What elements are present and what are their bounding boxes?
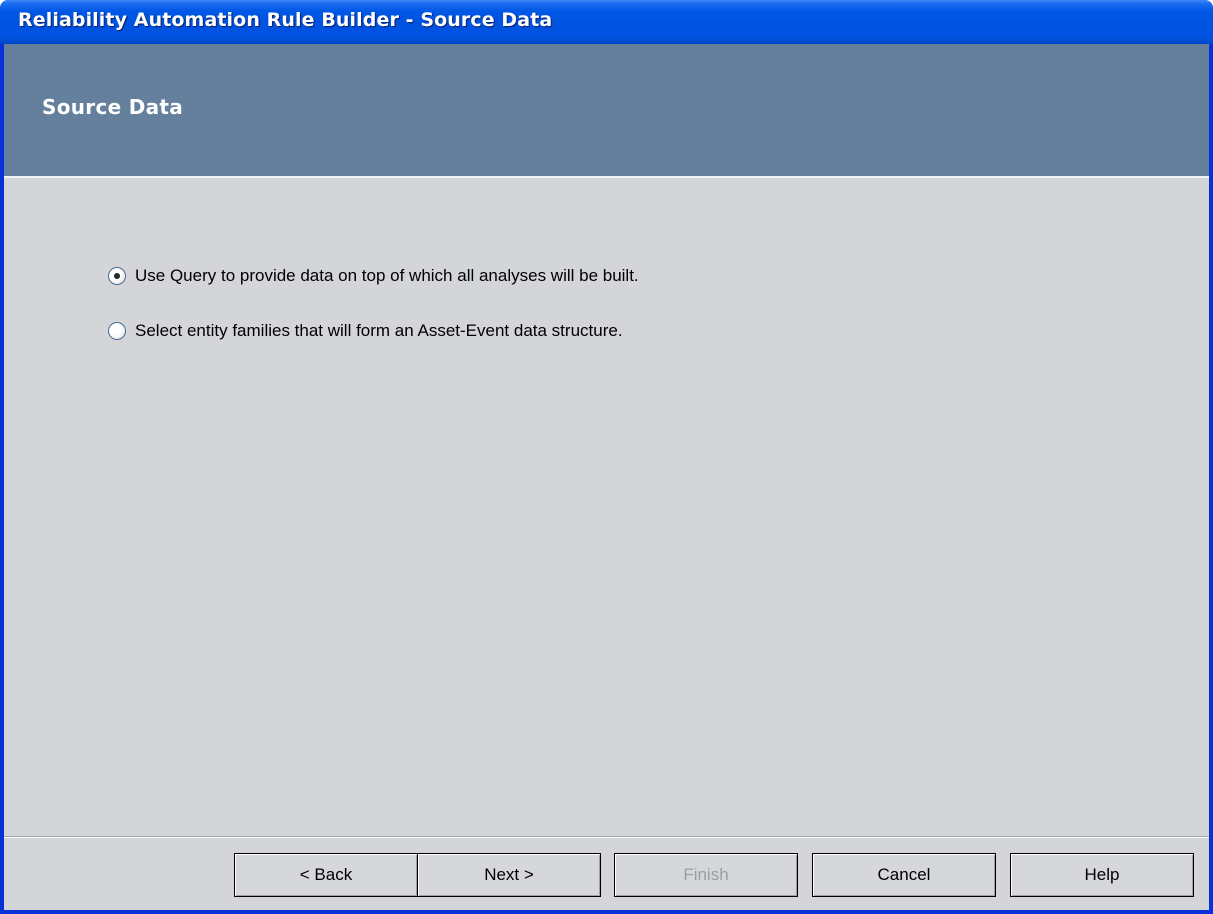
title-bar[interactable]: Reliability Automation Rule Builder - So… [0, 0, 1213, 44]
radio-dot-icon [114, 273, 120, 279]
help-button[interactable]: Help [1010, 853, 1194, 897]
cancel-button[interactable]: Cancel [812, 853, 996, 897]
step-title: Source Data [42, 95, 184, 119]
wizard-client-area: Source Data Use Query to provide data on… [4, 44, 1209, 910]
radio-button-selected[interactable] [108, 267, 126, 285]
radio-option-label[interactable]: Use Query to provide data on top of whic… [135, 266, 639, 286]
radio-option-use-query[interactable]: Use Query to provide data on top of whic… [108, 265, 639, 287]
finish-button[interactable]: Finish [614, 853, 798, 897]
step-header: Source Data [4, 44, 1209, 178]
next-button[interactable]: Next > [417, 853, 601, 897]
back-button[interactable]: < Back [234, 853, 418, 897]
radio-option-entity-families[interactable]: Select entity families that will form an… [108, 320, 623, 342]
radio-option-label[interactable]: Select entity families that will form an… [135, 321, 623, 341]
radio-button-unselected[interactable] [108, 322, 126, 340]
footer-divider [4, 836, 1209, 838]
wizard-window: Reliability Automation Rule Builder - So… [0, 0, 1213, 914]
window-title: Reliability Automation Rule Builder - So… [18, 9, 553, 31]
